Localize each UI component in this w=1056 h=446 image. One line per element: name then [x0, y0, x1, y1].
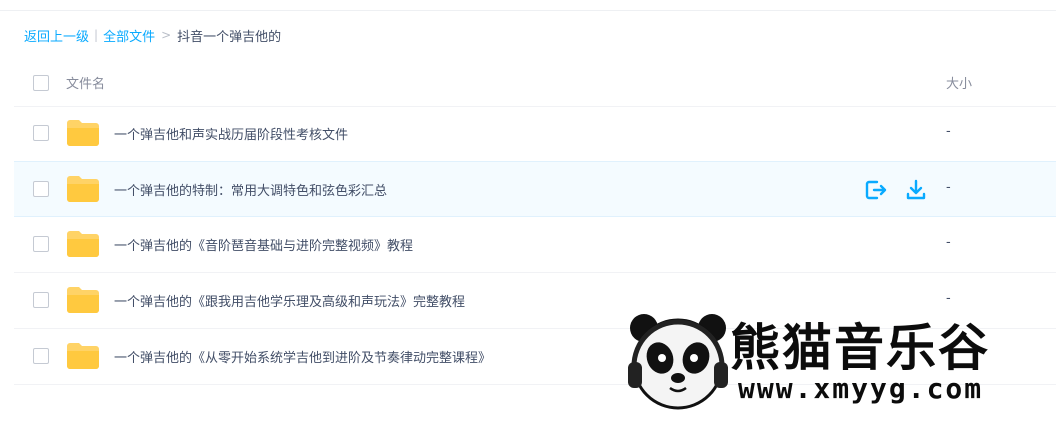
table-row[interactable]: 一个弹吉他的《音阶琶音基础与进阶完整视频》教程 -	[14, 217, 1056, 273]
folder-icon	[67, 120, 99, 146]
table-header: 文件名 大小	[14, 58, 1056, 107]
row-checkbox[interactable]	[33, 236, 49, 252]
back-link[interactable]: 返回上一级	[24, 26, 89, 45]
breadcrumb-arrow: >	[161, 28, 172, 42]
download-icon[interactable]	[904, 178, 928, 202]
file-name[interactable]: 一个弹吉他的特制：常用大调特色和弦色彩汇总	[114, 180, 387, 199]
file-name[interactable]: 一个弹吉他的《音阶琶音基础与进阶完整视频》教程	[114, 235, 413, 254]
breadcrumb-separator: |	[94, 28, 99, 42]
column-size-header[interactable]: 大小	[946, 73, 972, 92]
file-name[interactable]: 一个弹吉他和声实战历届阶段性考核文件	[114, 124, 348, 143]
watermark: 熊猫音乐谷 www.xmyyg.com	[626, 306, 1026, 416]
file-name[interactable]: 一个弹吉他的《跟我用吉他学乐理及高级和声玩法》完整教程	[114, 291, 465, 310]
column-name-header[interactable]: 文件名	[66, 73, 105, 92]
folder-icon	[67, 287, 99, 313]
watermark-title: 熊猫音乐谷	[730, 319, 990, 377]
select-all-checkbox[interactable]	[33, 75, 49, 91]
folder-icon	[67, 176, 99, 202]
all-files-link[interactable]: 全部文件	[103, 26, 155, 45]
breadcrumb: 返回上一级 | 全部文件 > 抖音一个弹吉他的	[24, 24, 281, 46]
file-name[interactable]: 一个弹吉他的《从零开始系统学吉他到进阶及节奏律动完整课程》	[114, 347, 491, 366]
watermark-url: www.xmyyg.com	[738, 372, 984, 405]
file-size: -	[946, 124, 951, 139]
folder-icon	[67, 343, 99, 369]
table-row[interactable]: 一个弹吉他的特制：常用大调特色和弦色彩汇总 -	[14, 161, 1056, 217]
row-checkbox[interactable]	[33, 292, 49, 308]
file-size: -	[946, 291, 951, 306]
top-divider	[0, 10, 1056, 11]
row-checkbox[interactable]	[33, 181, 49, 197]
row-checkbox[interactable]	[33, 125, 49, 141]
current-folder: 抖音一个弹吉他的	[177, 29, 282, 45]
table-row[interactable]: 一个弹吉他和声实战历届阶段性考核文件 -	[14, 106, 1056, 162]
panda-logo-icon	[628, 314, 728, 410]
folder-icon	[67, 231, 99, 257]
share-icon[interactable]	[864, 178, 888, 202]
file-size: -	[946, 235, 951, 250]
row-checkbox[interactable]	[33, 348, 49, 364]
file-size: -	[946, 180, 951, 195]
